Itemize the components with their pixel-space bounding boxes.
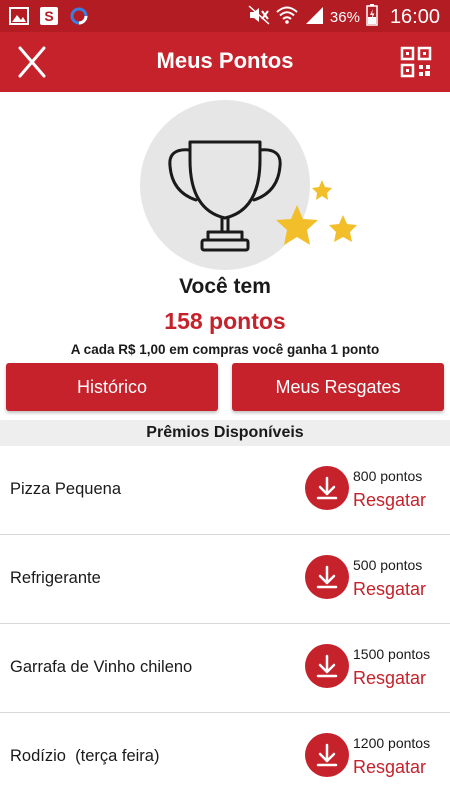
list-item: Rodízio (terça feira) 1200 pontos Resgat… [0, 713, 450, 800]
s-app-icon: S [38, 5, 60, 27]
redeem-link[interactable]: Resgatar [353, 490, 426, 511]
available-prizes-header: Prêmios Disponíveis [0, 420, 450, 446]
prize-points: 1500 pontos [353, 646, 431, 662]
download-icon [316, 565, 338, 589]
trophy-icon [168, 140, 282, 252]
download-icon [316, 654, 338, 678]
download-icon [316, 743, 338, 767]
points-balance: 158 pontos [164, 308, 286, 334]
mute-icon [248, 5, 270, 30]
list-item: Refrigerante 500 pontos Resgatar [0, 535, 450, 624]
list-item: Garrafa de Vinho chileno 1500 pontos Res… [0, 624, 450, 713]
trophy-illustration [140, 100, 370, 270]
you-have-label: Você tem [179, 275, 271, 298]
page-title: Meus Pontos [156, 48, 294, 73]
redeem-link[interactable]: Resgatar [353, 668, 426, 689]
prize-name: Garrafa de Vinho chileno [10, 658, 193, 676]
redeem-link[interactable]: Resgatar [353, 757, 426, 778]
download-icon [316, 476, 338, 500]
sync-icon [68, 5, 90, 27]
image-icon [8, 5, 30, 27]
redeem-download-button[interactable] [305, 555, 349, 599]
list-item: Pizza Pequena 800 pontos Resgatar [0, 446, 450, 535]
status-bar: S 36% 16:00 [0, 0, 450, 32]
app-bar: Meus Pontos [0, 32, 450, 92]
prize-name: Refrigerante [10, 569, 101, 587]
action-buttons: Histórico Meus Resgates [6, 363, 444, 411]
prize-points: 800 pontos [353, 468, 423, 484]
redeem-download-button[interactable] [305, 733, 349, 777]
signal-icon [304, 5, 324, 30]
star-icons [276, 180, 357, 245]
prize-list: Pizza Pequena 800 pontos Resgatar Refrig… [0, 446, 450, 800]
redeem-download-button[interactable] [305, 644, 349, 688]
history-button[interactable]: Histórico [6, 363, 218, 411]
redeem-link[interactable]: Resgatar [353, 579, 426, 600]
svg-text:S: S [44, 8, 53, 24]
qr-code-button[interactable] [400, 46, 432, 78]
qr-code-icon [400, 46, 432, 78]
prize-name: Pizza Pequena [10, 480, 121, 498]
prize-points: 1200 pontos [353, 735, 431, 751]
redeem-download-button[interactable] [305, 466, 349, 510]
points-rule-text: A cada R$ 1,00 em compras você ganha 1 p… [70, 342, 380, 357]
battery-percent: 36% [329, 9, 360, 26]
points-summary: Você tem 158 pontos A cada R$ 1,00 em co… [0, 92, 450, 422]
battery-icon [366, 4, 378, 31]
my-redemptions-button[interactable]: Meus Resgates [232, 363, 444, 411]
prize-name: Rodízio (terça feira) [10, 747, 160, 765]
prize-points: 500 pontos [353, 557, 423, 573]
clock: 16:00 [389, 6, 440, 28]
wifi-icon [276, 5, 298, 30]
